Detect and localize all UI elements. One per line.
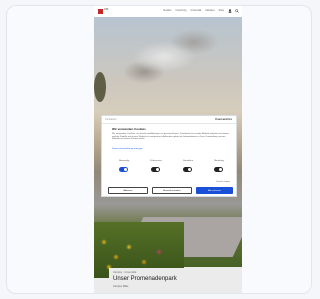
toggle-preferences-label: Präferenzen: [150, 160, 162, 162]
screenshot-card: UNI Studium Forschung Universität Aktuel…: [6, 5, 312, 294]
nav-links: Studium Forschung Universität Aktuelles …: [163, 10, 224, 13]
toggle-preferences[interactable]: Präferenzen: [146, 160, 166, 174]
toggle-marketing-label: Marketing: [214, 160, 224, 162]
dialog-body-text: Wir verwenden Cookies, um Inhalte und An…: [112, 133, 229, 141]
nav-link-aktuelles[interactable]: Aktuelles: [205, 10, 214, 13]
allow-selection-button[interactable]: Auswahl erlauben: [152, 187, 192, 194]
toggle-statistics-switch[interactable]: [183, 167, 192, 172]
nav-link-forschung[interactable]: Forschung: [176, 10, 187, 13]
privacy-link[interactable]: Datenschutzerklärung anzeigen: [112, 148, 143, 151]
logo-icon[interactable]: [98, 9, 103, 14]
nav-link-studium[interactable]: Studium: [163, 10, 171, 13]
toggle-marketing[interactable]: Marketing: [209, 160, 229, 174]
dialog-title: Wir verwenden Cookies: [112, 127, 146, 131]
nav-link-shop[interactable]: Shop: [219, 10, 224, 13]
toggle-preferences-switch[interactable]: [151, 167, 160, 172]
dialog-header: Cookiebot Usercentrics: [102, 116, 236, 124]
deny-button[interactable]: Ablehnen: [108, 187, 148, 194]
search-icon[interactable]: [235, 9, 239, 13]
cookie-consent-dialog: Cookiebot Usercentrics Wir verwenden Coo…: [101, 115, 237, 197]
consent-toggles: Notwendig Präferenzen Statistiken Market…: [110, 160, 232, 174]
nav-link-universitaet[interactable]: Universität: [190, 10, 201, 13]
show-details-link[interactable]: Details zeigen: [216, 181, 230, 184]
toggle-statistics-label: Statistiken: [182, 160, 194, 162]
consent-brand[interactable]: Cookiebot: [105, 118, 116, 121]
toggle-necessary[interactable]: Notwendig: [114, 160, 134, 174]
top-navigation: UNI Studium Forschung Universität Aktuel…: [94, 6, 242, 17]
toggle-necessary-switch[interactable]: [119, 167, 128, 172]
allow-all-button[interactable]: Alle zulassen: [196, 187, 233, 194]
toggle-necessary-label: Notwendig: [118, 160, 130, 162]
toggle-marketing-switch[interactable]: [214, 167, 223, 172]
user-icon[interactable]: [228, 9, 232, 13]
mobile-page: UNI Studium Forschung Universität Aktuel…: [94, 6, 242, 293]
toggle-statistics[interactable]: Statistiken: [178, 160, 198, 174]
logo-text[interactable]: UNI: [104, 8, 108, 11]
consent-powered-by[interactable]: Usercentrics: [215, 118, 232, 121]
